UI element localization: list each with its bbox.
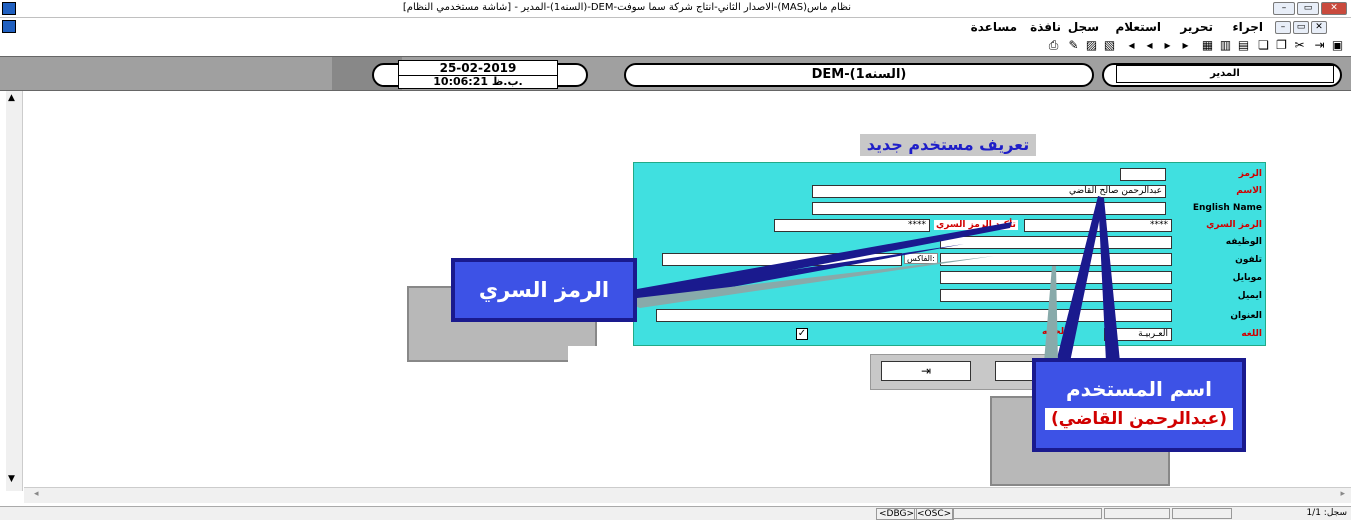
password-callout: الرمز السري (451, 258, 637, 322)
status-cell-2 (1104, 508, 1170, 519)
username-callout: اسم المستخدم (عبدالرحمن القاضي) (1032, 358, 1246, 452)
status-cell-1 (952, 508, 1102, 519)
status-cell-3 (1172, 508, 1232, 519)
username-callout-name: (عبدالرحمن القاضي) (1044, 408, 1234, 430)
record-counter: سجل: 1/1 (1306, 508, 1347, 518)
username-callout-title: اسم المستخدم (1065, 377, 1213, 401)
osc-indicator: <OSC> (914, 508, 955, 520)
dbg-indicator: <DBG> (876, 508, 918, 520)
status-bar: <DBG> <OSC> سجل: 1/1 (0, 506, 1351, 520)
